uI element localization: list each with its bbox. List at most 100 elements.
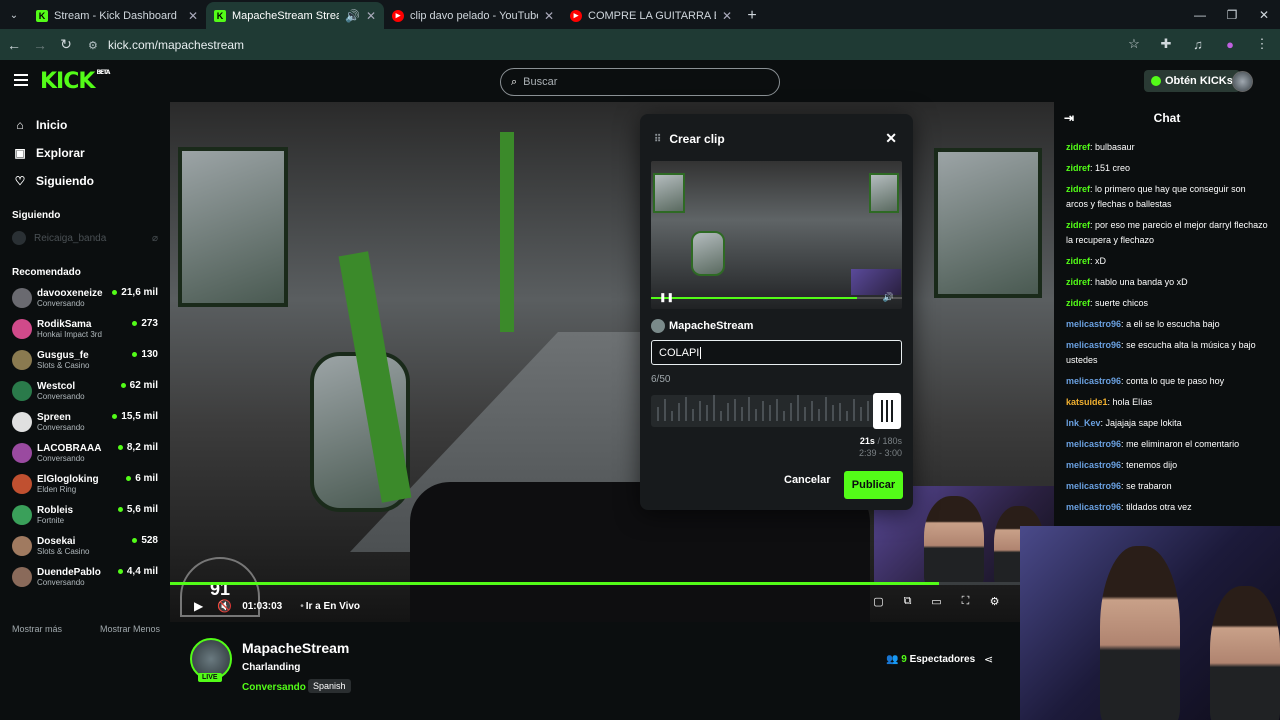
chat-username[interactable]: zidref	[1066, 142, 1090, 152]
more-icon[interactable]: ⋮	[1252, 32, 1272, 56]
green-frame	[500, 132, 514, 332]
chat-username[interactable]: melicastro96	[1066, 502, 1121, 512]
collapse-chat-icon[interactable]: ⇥	[1064, 111, 1074, 125]
chat-username[interactable]: katsuide1	[1066, 397, 1108, 407]
chat-username[interactable]: melicastro96	[1066, 481, 1121, 491]
mute-icon[interactable]: 🔇	[217, 599, 232, 613]
recommended-channel[interactable]: davooxeneize Conversando 21,6 mil	[0, 282, 170, 313]
chat-username[interactable]: zidref	[1066, 220, 1090, 230]
kick-logo[interactable]: KICK BETA	[40, 69, 110, 94]
nav-siguiendo[interactable]: ♡ Siguiendo	[0, 167, 170, 195]
new-tab-button[interactable]: +	[740, 2, 764, 29]
category-link[interactable]: Conversando	[242, 682, 306, 693]
chat-username[interactable]: zidref	[1066, 184, 1090, 194]
clip-preview[interactable]: ❚❚ 🔊	[651, 161, 902, 309]
viewer-count: 👥 9 Espectadores	[886, 654, 975, 665]
waveform-bar	[699, 401, 701, 421]
video-progress-bar[interactable]	[170, 582, 1054, 585]
user-avatar[interactable]	[1232, 71, 1253, 92]
close-tab-icon[interactable]: ✕	[722, 9, 732, 23]
site-info-icon[interactable]: ⚙	[88, 39, 102, 52]
restore-icon[interactable]: ❐	[1216, 0, 1248, 29]
clip-title-input[interactable]: COLAPI	[651, 340, 902, 365]
media-icon[interactable]: ♫	[1188, 32, 1208, 56]
extensions-icon[interactable]: ✚	[1156, 32, 1176, 56]
publish-button[interactable]: Publicar	[844, 471, 903, 499]
cancel-button[interactable]: Cancelar	[784, 474, 830, 486]
chat-username[interactable]: melicastro96	[1066, 340, 1121, 350]
chat-username[interactable]: zidref	[1066, 256, 1090, 266]
nav-explorar[interactable]: ▣ Explorar	[0, 139, 170, 167]
recommended-channel[interactable]: Gusgus_fe Slots & Casino 130	[0, 344, 170, 375]
waveform-bar	[804, 407, 806, 421]
reload-icon[interactable]: ↻	[54, 33, 78, 57]
url-field[interactable]: ⚙ kick.com/mapachestream	[88, 33, 1148, 57]
nav-label: Siguiendo	[36, 174, 94, 188]
recommended-channel[interactable]: LACOBRAAA Conversando 8,2 mil	[0, 437, 170, 468]
speaker-icon[interactable]: 🔊	[345, 9, 360, 23]
settings-icon[interactable]: ⚙	[987, 595, 1002, 610]
recommended-channel[interactable]: ElGlogloking Elden Ring 6 mil	[0, 468, 170, 499]
viewer-count: 5,6 mil	[117, 504, 158, 515]
drag-handle-icon[interactable]: ⠿	[654, 134, 661, 145]
clip-range-waveform[interactable]	[651, 395, 902, 427]
channel-category: Conversando	[37, 453, 85, 463]
recommended-channel[interactable]: DuendePablo Conversando 4,4 mil	[0, 561, 170, 592]
viewer-count: 528	[132, 535, 158, 546]
recommended-channel[interactable]: RodikSama Honkai Impact 3rd 273	[0, 313, 170, 344]
close-icon[interactable]: ✕	[885, 130, 897, 147]
close-tab-icon[interactable]: ✕	[188, 9, 198, 23]
fullscreen-icon[interactable]: ⛶	[958, 595, 973, 610]
clip-icon[interactable]: ▢	[871, 595, 886, 610]
chat-username[interactable]: melicastro96	[1066, 376, 1121, 386]
browser-tab-3[interactable]: ▸ COMPRE LA GUITARRA ELÉCTR ✕	[562, 2, 740, 29]
get-kicks-button[interactable]: Obtén KICKs	[1144, 70, 1240, 92]
recommended-channel[interactable]: Robleis Fortnite 5,6 mil	[0, 499, 170, 530]
waveform-bar	[727, 403, 729, 421]
close-tab-icon[interactable]: ✕	[544, 9, 554, 23]
chat-username[interactable]: zidref	[1066, 277, 1090, 287]
close-tab-icon[interactable]: ✕	[366, 9, 376, 23]
chat-username[interactable]: zidref	[1066, 163, 1090, 173]
following-item[interactable]: Reicaiga_banda ⌀	[0, 227, 170, 249]
recommended-channel[interactable]: Westcol Conversando 62 mil	[0, 375, 170, 406]
recommended-channel[interactable]: Spreen Conversando 15,5 mil	[0, 406, 170, 437]
browser-extensions: ☆ ✚ ♫ ● ⋮	[1124, 32, 1272, 56]
pause-icon[interactable]: ❚❚	[659, 292, 674, 303]
volume-icon[interactable]: 🔊	[883, 292, 894, 303]
go-live-button[interactable]: Ir a En Vivo	[306, 601, 360, 612]
range-handle[interactable]	[873, 393, 901, 429]
browser-tab-1[interactable]: K MapacheStream Stream - W 🔊 ✕	[206, 2, 384, 29]
chat-username[interactable]: melicastro96	[1066, 460, 1121, 470]
chat-username[interactable]: melicastro96	[1066, 319, 1121, 329]
tab-search-button[interactable]: ⌄	[0, 2, 28, 29]
show-less-link[interactable]: Mostrar Menos	[100, 624, 160, 634]
minimize-icon[interactable]: —	[1184, 0, 1216, 29]
waveform-bar	[741, 407, 743, 421]
browser-tab-2[interactable]: ▸ clip davo pelado - YouTube ✕	[384, 2, 562, 29]
browser-tab-0[interactable]: K Stream - Kick Dashboard ✕	[28, 2, 206, 29]
chat-text: me eliminaron el comentario	[1126, 439, 1240, 449]
share-icon[interactable]: ⋖	[984, 653, 993, 666]
chat-username[interactable]: zidref	[1066, 298, 1090, 308]
forward-icon[interactable]: →	[28, 33, 52, 57]
preview-progress[interactable]	[651, 297, 902, 299]
theater-icon[interactable]: ▭	[929, 595, 944, 610]
show-more-link[interactable]: Mostrar más	[12, 624, 62, 634]
play-icon[interactable]: ▶	[194, 599, 203, 613]
menu-icon[interactable]	[14, 74, 28, 86]
live-dot-icon	[132, 321, 138, 326]
channel-name[interactable]: MapacheStream	[242, 640, 349, 656]
chat-username[interactable]: lnk_Kev	[1066, 418, 1101, 428]
search-input[interactable]: ⌕ Buscar	[500, 68, 780, 96]
viewer-count: 21,6 mil	[112, 287, 158, 298]
pip-icon[interactable]: ⧉	[900, 595, 915, 610]
nav-inicio[interactable]: ⌂ Inicio	[0, 111, 170, 139]
star-icon[interactable]: ☆	[1124, 32, 1144, 56]
close-window-icon[interactable]: ✕	[1248, 0, 1280, 29]
recommended-channel[interactable]: Dosekai Slots & Casino 528	[0, 530, 170, 561]
language-tag[interactable]: Spanish	[308, 679, 351, 693]
back-icon[interactable]: ←	[2, 33, 26, 57]
profile-icon[interactable]: ●	[1220, 32, 1240, 56]
chat-username[interactable]: melicastro96	[1066, 439, 1121, 449]
